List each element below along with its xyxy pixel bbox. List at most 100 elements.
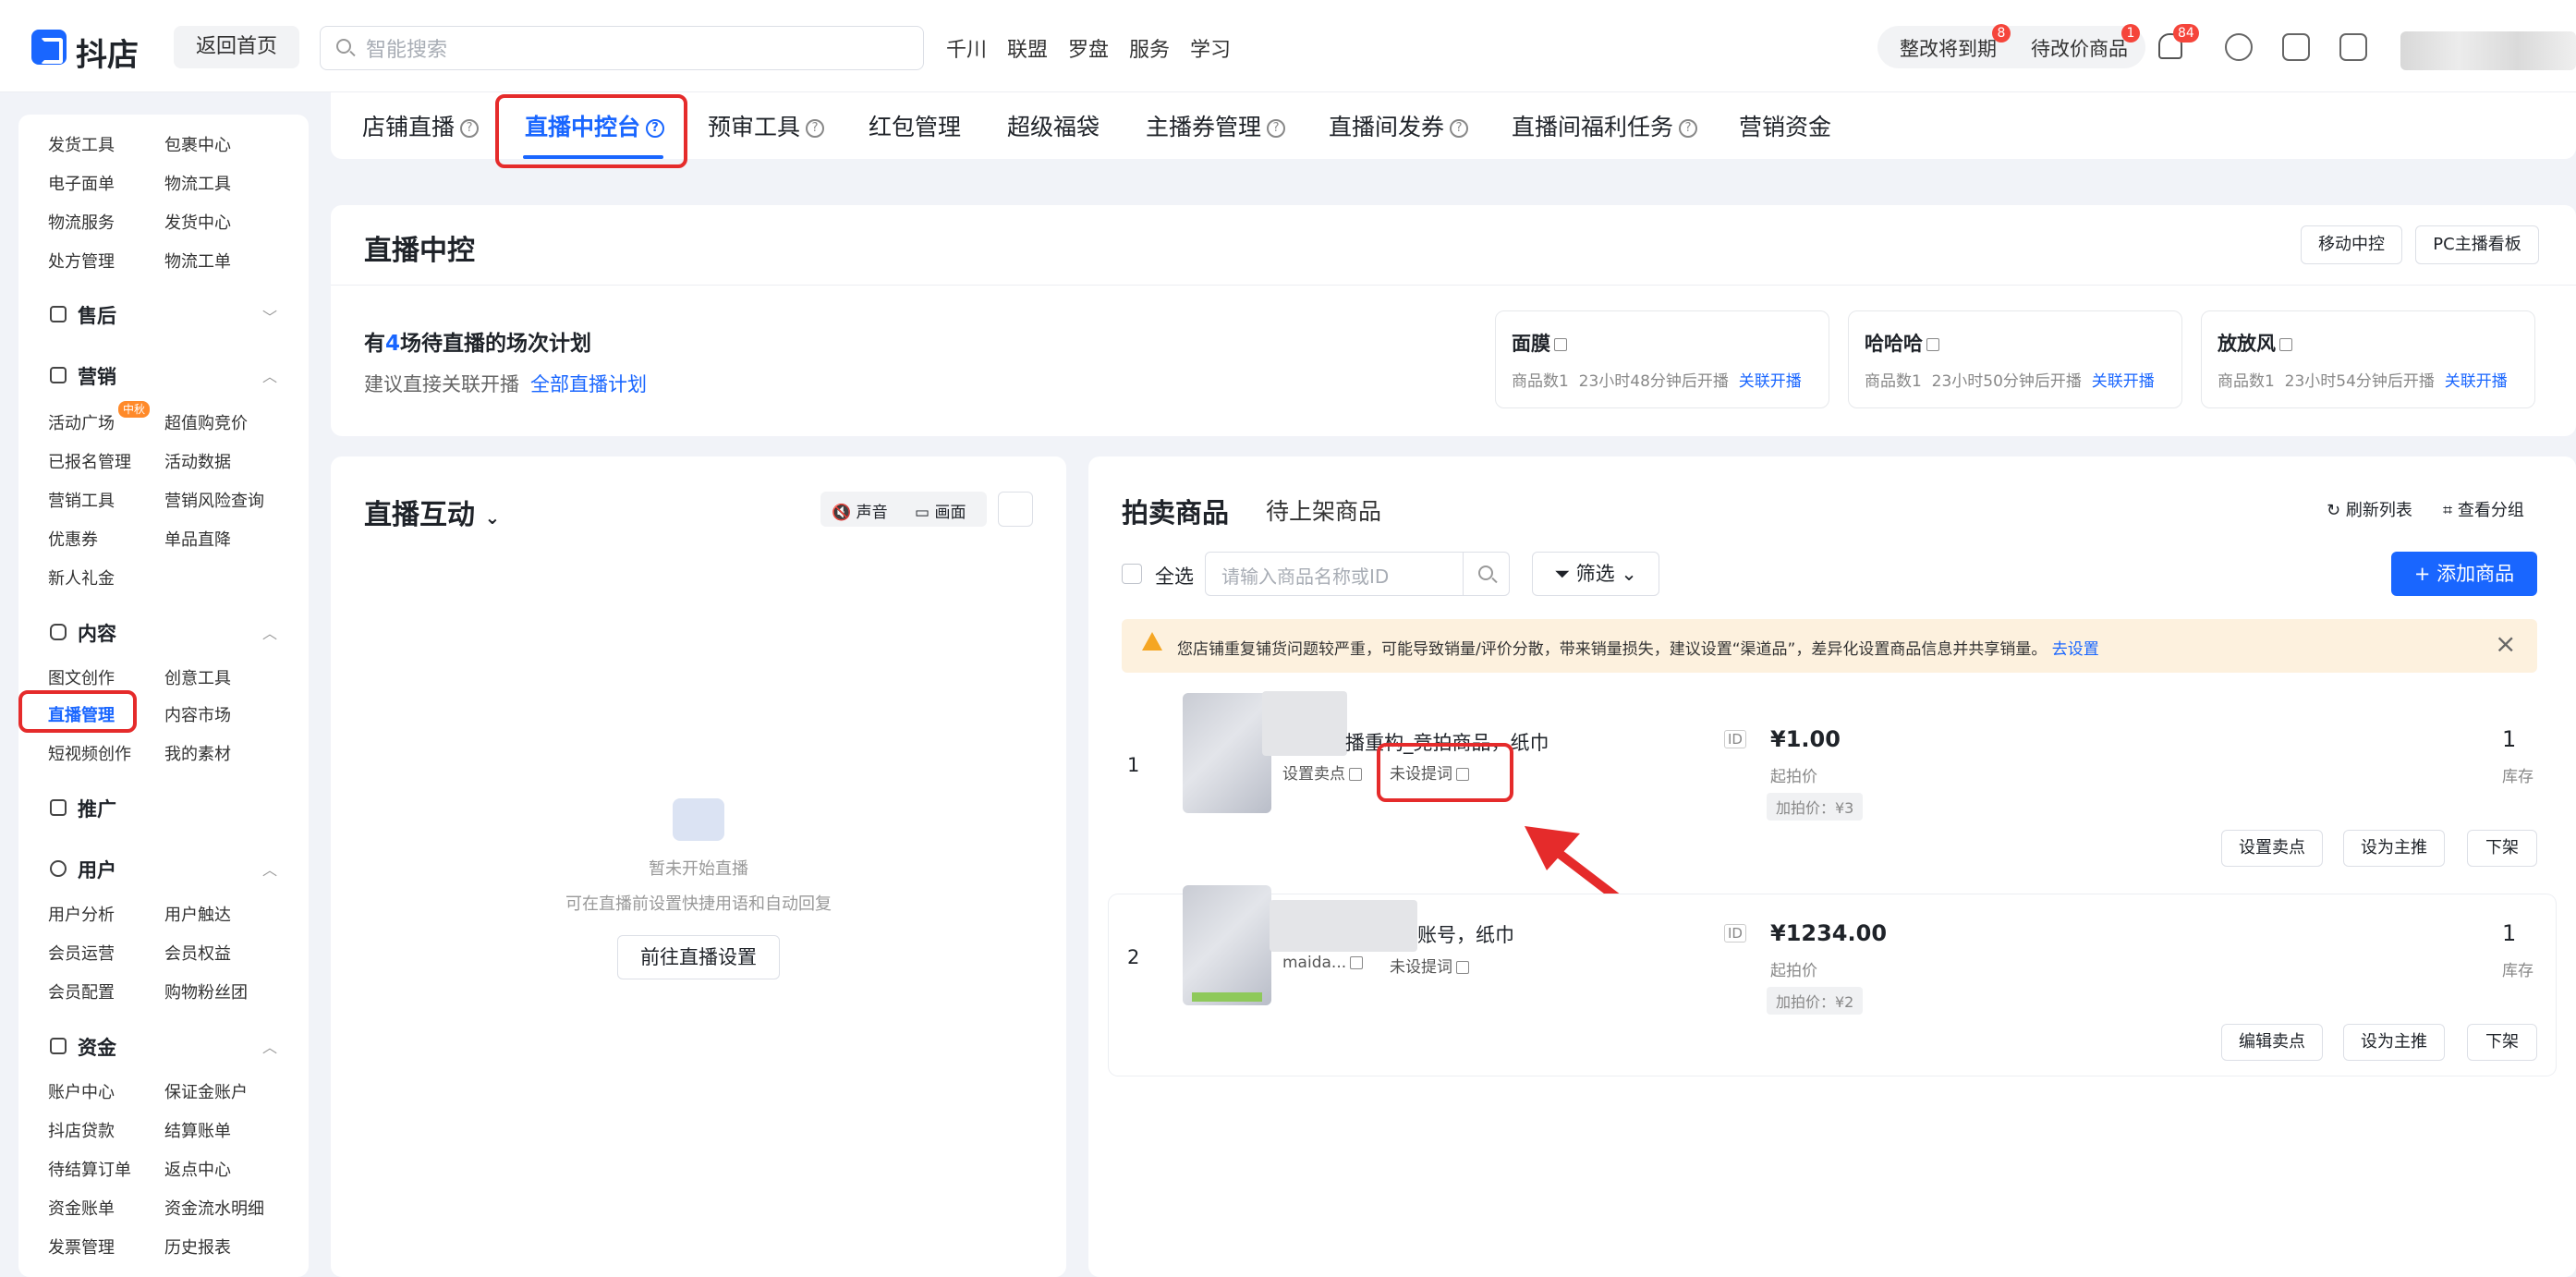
settings-icon[interactable] <box>998 492 1033 527</box>
sidebar-item-account-center[interactable]: 账户中心 <box>48 1079 115 1103</box>
chevron-up-icon[interactable]: ︿ <box>262 857 277 880</box>
tab-pre-review[interactable]: 预审工具? <box>708 109 825 142</box>
edit-icon[interactable] <box>1554 338 1567 351</box>
logo-text[interactable]: 抖店 <box>76 30 139 75</box>
sidebar-item-invoice[interactable]: 发票管理 <box>48 1234 115 1259</box>
product-id-tag[interactable]: ID <box>1724 730 1746 748</box>
tab-red-packet[interactable]: 红包管理 <box>869 109 961 142</box>
sidebar-item-member-rights[interactable]: 会员权益 <box>164 941 231 965</box>
sidebar-item-image-text[interactable]: 图文创作 <box>48 665 115 689</box>
session-card[interactable] <box>2201 310 2535 408</box>
nav-lianmeng[interactable]: 联盟 <box>1007 33 1048 63</box>
product-thumbnail[interactable] <box>1183 885 1271 1005</box>
delist-button[interactable]: 下架 <box>2467 1024 2537 1061</box>
sidebar-section-marketing[interactable]: 营销 <box>78 362 116 390</box>
support-icon[interactable] <box>2225 33 2253 61</box>
set-prompt-link[interactable]: 未设提词 <box>1390 954 1469 977</box>
help-icon[interactable]: ? <box>460 119 480 138</box>
tab-lucky-bag[interactable]: 超级福袋 <box>1007 109 1100 142</box>
sidebar-item-package-center[interactable]: 包裹中心 <box>164 132 231 156</box>
sidebar-item-logistics-service[interactable]: 物流服务 <box>48 210 115 234</box>
tab-welfare-task[interactable]: 直播间福利任务? <box>1512 109 1698 142</box>
chevron-down-icon[interactable]: ⌄ <box>484 506 500 529</box>
set-main-push-button[interactable]: 设为主推 <box>2343 1024 2445 1061</box>
set-main-push-button[interactable]: 设为主推 <box>2343 830 2445 867</box>
sidebar-item-my-material[interactable]: 我的素材 <box>164 741 231 765</box>
tab-live-console[interactable]: 直播中控台? <box>525 109 665 142</box>
view-group-button[interactable]: ⌗ 查看分组 <box>2443 497 2524 521</box>
sidebar-item-logistics-tool[interactable]: 物流工具 <box>164 171 231 195</box>
edit-icon[interactable] <box>2279 338 2292 351</box>
select-all-checkbox[interactable] <box>1122 564 1142 584</box>
nav-luopan[interactable]: 罗盘 <box>1068 33 1109 63</box>
sidebar-item-content-market[interactable]: 内容市场 <box>164 702 231 726</box>
picture-toggle[interactable]: ▭ 画面 <box>915 499 966 522</box>
chevron-up-icon[interactable]: ︿ <box>262 364 277 386</box>
sidebar-item-prescription[interactable]: 处方管理 <box>48 249 115 273</box>
set-prompt-link[interactable]: 未设提词 <box>1390 760 1469 784</box>
help-icon[interactable]: ? <box>1267 119 1286 138</box>
sidebar-item-fan-group[interactable]: 购物粉丝团 <box>164 979 248 1003</box>
link-session-button[interactable]: 关联开播 <box>1739 372 1802 391</box>
filter-dropdown[interactable]: ⏷ 筛选 ⌄ <box>1532 552 1659 596</box>
sidebar-section-funds[interactable]: 资金 <box>78 1033 116 1061</box>
rectify-link[interactable]: 整改将到期 <box>1900 34 1997 62</box>
product-title[interactable]: 账号，纸巾 <box>1417 920 1514 948</box>
set-selling-point-link[interactable]: 设置卖点 <box>1282 760 1362 784</box>
link-session-button[interactable]: 关联开播 <box>2445 372 2508 391</box>
sidebar-item-registered[interactable]: 已报名管理 <box>48 449 131 473</box>
add-product-button[interactable]: + 添加商品 <box>2391 552 2537 596</box>
sidebar-item-activity-square[interactable]: 活动广场 <box>48 410 115 434</box>
all-plans-link[interactable]: 全部直播计划 <box>530 370 647 397</box>
sidebar-item-activity-data[interactable]: 活动数据 <box>164 449 231 473</box>
sidebar-item-fahuo-tool[interactable]: 发货工具 <box>48 132 115 156</box>
sidebar-item-coupon[interactable]: 优惠券 <box>48 527 98 551</box>
home-button[interactable]: 返回首页 <box>174 26 299 68</box>
tab-live-coupon[interactable]: 直播间发券? <box>1329 109 1469 142</box>
goto-live-settings-button[interactable]: 前往直播设置 <box>617 935 780 979</box>
sidebar-section-after-sale[interactable]: 售后 <box>78 301 116 329</box>
sidebar-item-member-config[interactable]: 会员配置 <box>48 979 115 1003</box>
logo-icon[interactable] <box>31 30 67 65</box>
tab-store-live[interactable]: 店铺直播? <box>362 109 480 142</box>
sidebar-item-value-bidding[interactable]: 超值购竞价 <box>164 410 248 434</box>
delist-button[interactable]: 下架 <box>2467 830 2537 867</box>
sidebar-item-settlement-bill[interactable]: 结算账单 <box>164 1118 231 1142</box>
download-icon[interactable] <box>2282 33 2310 61</box>
edit-selling-point-button[interactable]: 编辑卖点 <box>2221 1024 2323 1061</box>
sidebar-item-risk-query[interactable]: 营销风险查询 <box>164 488 264 512</box>
sidebar-item-user-reach[interactable]: 用户触达 <box>164 902 231 926</box>
account-avatar[interactable] <box>2400 31 2576 70</box>
sidebar-item-creative-tool[interactable]: 创意工具 <box>164 665 231 689</box>
sidebar-item-rebate[interactable]: 返点中心 <box>164 1157 231 1181</box>
store-icon[interactable] <box>2339 33 2367 61</box>
sidebar-item-e-waybill[interactable]: 电子面单 <box>48 171 115 195</box>
sidebar-item-history-report[interactable]: 历史报表 <box>164 1234 231 1259</box>
pending-price-link[interactable]: 待改价商品 <box>2031 34 2128 62</box>
refresh-list-button[interactable]: ↻ 刷新列表 <box>2327 497 2412 521</box>
chevron-down-icon[interactable]: ﹀ <box>262 305 277 327</box>
product-id-tag[interactable]: ID <box>1724 924 1746 943</box>
close-icon[interactable]: × <box>2495 628 2516 659</box>
sidebar-item-loan[interactable]: 抖店贷款 <box>48 1118 115 1142</box>
edit-icon[interactable] <box>1926 338 1939 351</box>
chevron-up-icon[interactable]: ︿ <box>262 621 277 643</box>
nav-xuexi[interactable]: 学习 <box>1190 33 1231 63</box>
sidebar-section-users[interactable]: 用户 <box>78 856 116 883</box>
tab-pending-items[interactable]: 待上架商品 <box>1266 493 1381 527</box>
sidebar-item-marketing-tools[interactable]: 营销工具 <box>48 488 115 512</box>
help-icon[interactable]: ? <box>806 119 825 138</box>
sidebar-item-price-cut[interactable]: 单品直降 <box>164 527 231 551</box>
sidebar-item-short-video[interactable]: 短视频创作 <box>48 741 131 765</box>
sidebar-item-deposit[interactable]: 保证金账户 <box>164 1079 248 1103</box>
tab-host-coupon[interactable]: 主播券管理? <box>1146 109 1286 142</box>
sound-toggle[interactable]: 🔇 声音 <box>832 499 888 522</box>
tab-auction-items[interactable]: 拍卖商品 <box>1122 492 1229 530</box>
sidebar-section-promotion[interactable]: 推广 <box>78 795 116 822</box>
sidebar-item-fund-bill[interactable]: 资金账单 <box>48 1196 115 1220</box>
interaction-title[interactable]: 直播互动 ⌄ <box>364 492 500 532</box>
warning-settings-link[interactable]: 去设置 <box>2052 640 2099 659</box>
chevron-up-icon[interactable]: ︿ <box>262 1035 277 1057</box>
help-icon[interactable]: ? <box>646 119 665 138</box>
sidebar-item-logistics-ticket[interactable]: 物流工单 <box>164 249 231 273</box>
